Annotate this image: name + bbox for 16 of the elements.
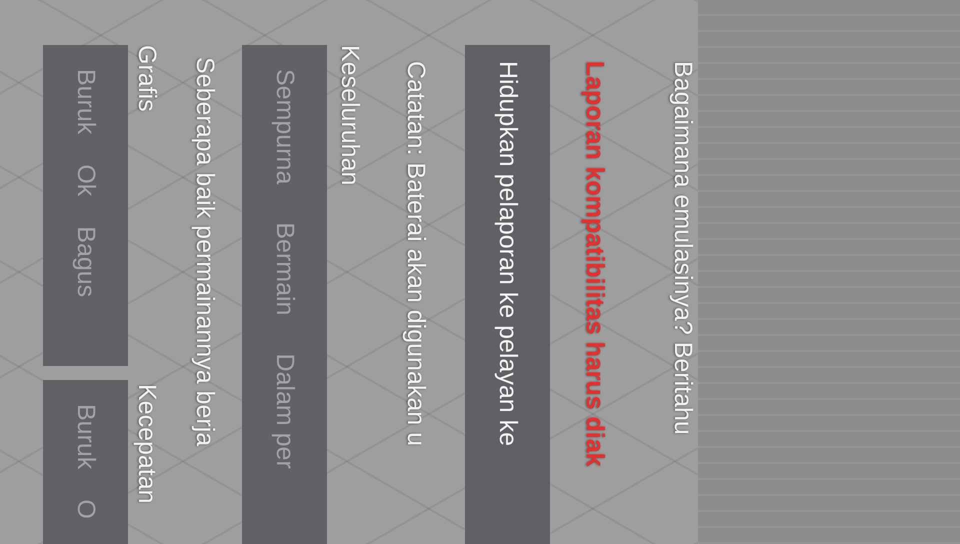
- warning-text: Laporan kompatibilitas harus diak: [580, 60, 610, 467]
- question-text: Seberapa baik permainannya berja: [190, 56, 220, 446]
- option-button[interactable]: Ok: [71, 164, 100, 196]
- prompt-text: Bagaimana emulasinya? Beritahu: [668, 60, 698, 435]
- option-button[interactable]: Dalam per: [270, 353, 299, 469]
- option-button[interactable]: O: [71, 499, 100, 519]
- enable-reporting-button[interactable]: Hidupkan pelaporan ke pelayan ke: [465, 45, 550, 544]
- option-button[interactable]: Bagus: [71, 226, 100, 298]
- note-text: Catatan: Baterai akan digunakan u: [401, 60, 431, 446]
- option-button[interactable]: Buruk: [71, 404, 100, 470]
- rating-label: Kecepatan: [132, 383, 162, 504]
- option-button[interactable]: Buruk: [71, 69, 100, 134]
- overall-label: Keseluruhan: [335, 45, 365, 186]
- option-button[interactable]: Bermain: [270, 222, 299, 316]
- option-button[interactable]: Sempurna: [270, 69, 299, 184]
- rating-label: Grafis: [132, 45, 162, 112]
